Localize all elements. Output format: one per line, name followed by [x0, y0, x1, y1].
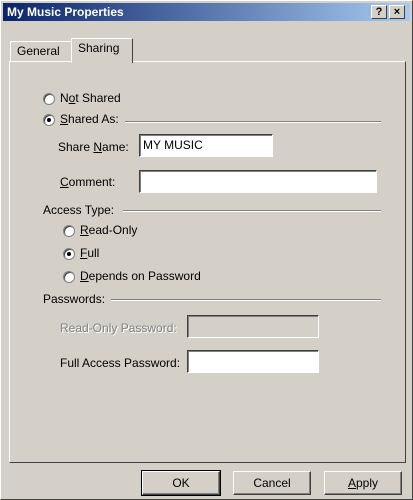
apply-label-mnemonic: A [347, 476, 356, 490]
help-button[interactable]: ? [371, 5, 387, 19]
close-button[interactable]: × [389, 5, 405, 19]
tab-sharing-label: Sharing [78, 41, 120, 55]
shared-as-label[interactable]: Shared As: [60, 112, 119, 126]
apply-label-post: pply [356, 476, 379, 490]
shared-as-radio[interactable] [43, 114, 55, 126]
full-radio[interactable] [63, 248, 75, 260]
apply-button[interactable]: Apply [324, 471, 402, 495]
share-name-input[interactable]: MY MUSIC [139, 134, 273, 157]
comment-label: Comment: [60, 175, 115, 189]
access-type-divider [123, 210, 381, 212]
read-only-label-post: ead-Only [88, 223, 138, 237]
comment-label-post: omment: [68, 175, 116, 189]
window-title: My Music Properties [7, 5, 124, 19]
share-name-label: Share Name: [58, 140, 129, 154]
full-access-password-label: Full Access Password: [60, 356, 181, 370]
share-name-label-pre: Share [58, 140, 94, 154]
passwords-label: Passwords: [43, 292, 106, 306]
cancel-button[interactable]: Cancel [233, 471, 311, 495]
depends-label-mnemonic: D [80, 269, 89, 283]
read-only-password-label: Read-Only Password: [60, 321, 177, 335]
ok-button[interactable]: OK [141, 470, 221, 496]
close-icon: × [393, 6, 401, 18]
read-only-label[interactable]: Read-Only [80, 223, 137, 237]
comment-input[interactable] [139, 170, 377, 193]
passwords-divider [111, 299, 381, 301]
properties-dialog: My Music Properties ? × General Sharing … [0, 0, 413, 500]
title-bar[interactable]: My Music Properties ? × [3, 3, 410, 21]
share-name-label-mnemonic: N [93, 140, 103, 154]
comment-label-mnemonic: C [60, 175, 69, 189]
help-icon: ? [375, 6, 383, 18]
shared-as-divider [125, 121, 381, 123]
tab-general-label: General [17, 44, 60, 58]
read-only-radio[interactable] [63, 225, 75, 237]
full-access-password-input[interactable] [187, 350, 319, 373]
depends-label-post: epends on Password [88, 269, 201, 283]
full-label[interactable]: Full [80, 246, 99, 260]
read-only-password-input[interactable] [187, 315, 319, 338]
read-only-label-mnemonic: R [80, 223, 89, 237]
depends-on-password-label[interactable]: Depends on Password [80, 269, 201, 283]
not-shared-label-pre: N [60, 91, 69, 105]
not-shared-label-post: t Shared [75, 91, 121, 105]
share-name-label-post: ame: [102, 140, 129, 154]
depends-on-password-radio[interactable] [63, 271, 75, 283]
tab-general[interactable]: General [10, 41, 73, 61]
access-type-label: Access Type: [43, 203, 115, 217]
full-label-post: ull [87, 246, 100, 260]
not-shared-label[interactable]: Not Shared [60, 91, 121, 105]
shared-as-label-mnemonic: S [60, 112, 69, 126]
tab-sharing[interactable]: Sharing [71, 38, 133, 63]
not-shared-radio[interactable] [43, 93, 55, 105]
shared-as-label-post: hared As: [68, 112, 119, 126]
